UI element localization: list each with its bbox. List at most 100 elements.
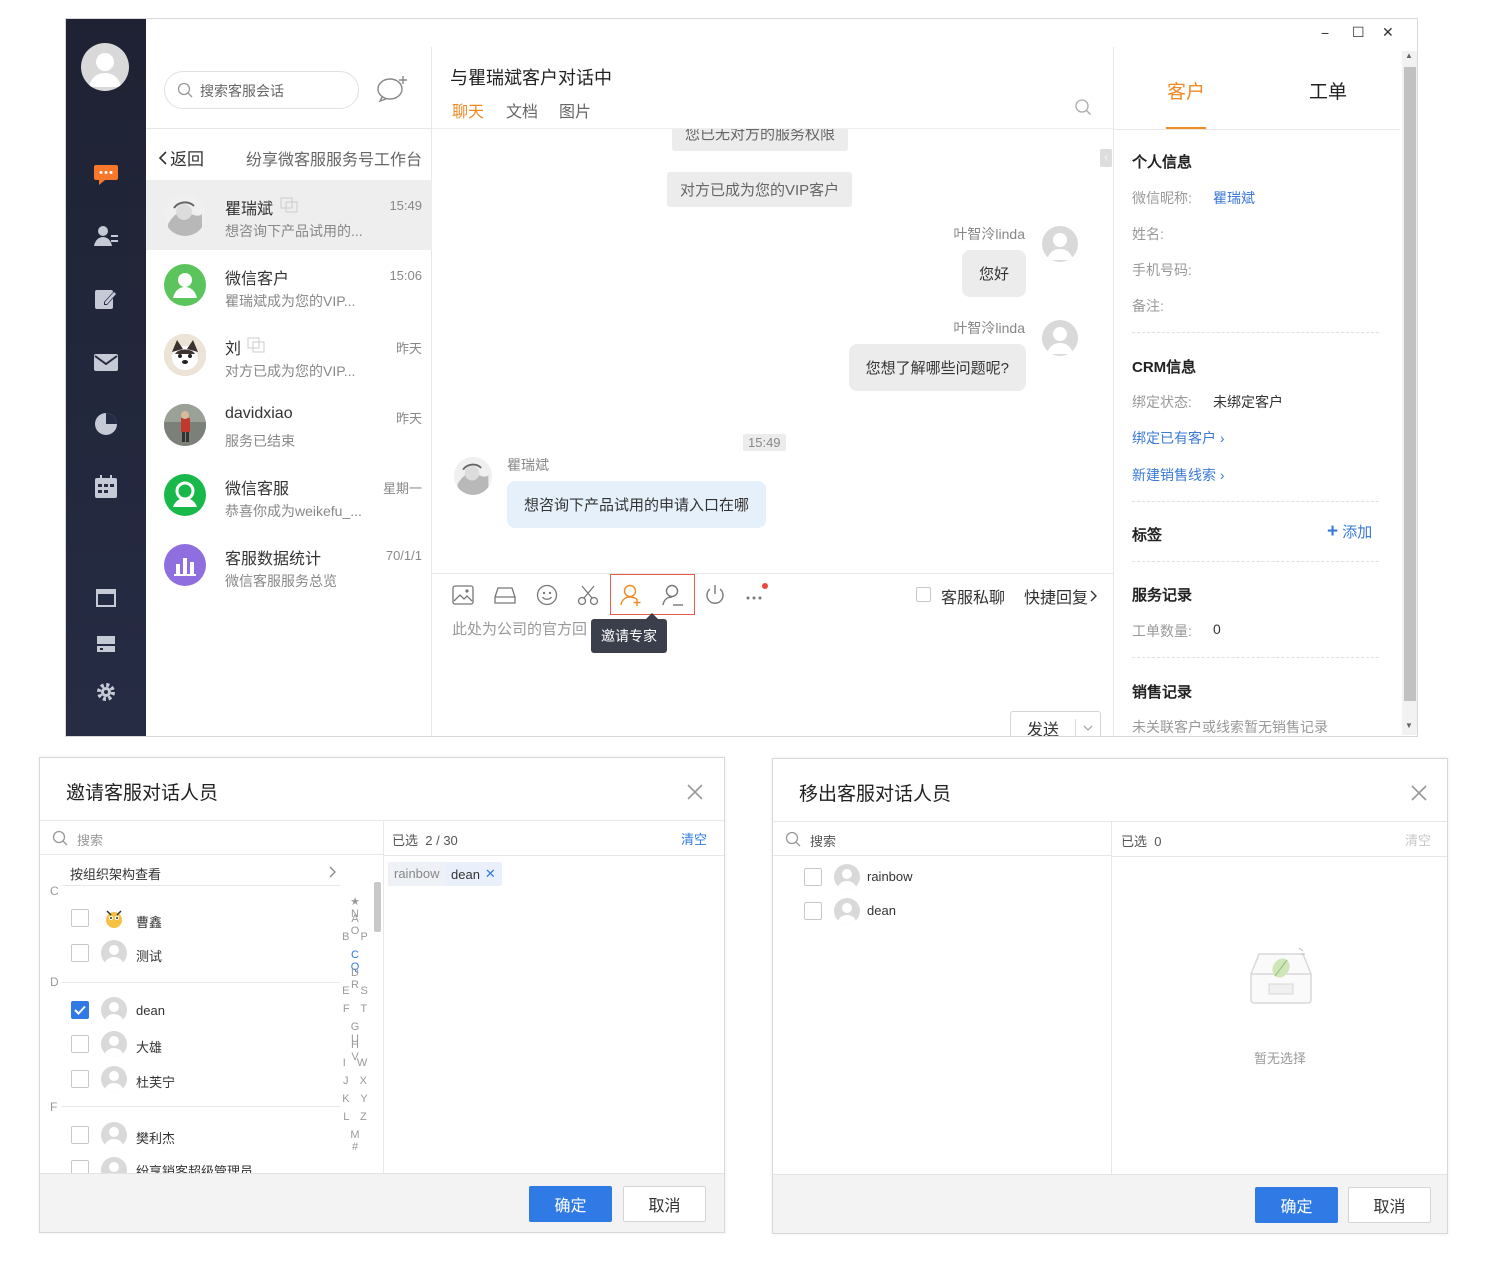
more-icon[interactable] xyxy=(745,582,769,604)
person-checkbox[interactable] xyxy=(71,909,89,927)
new-lead-link[interactable]: 新建销售线索 › xyxy=(1132,465,1225,485)
section-title: 服务记录 xyxy=(1132,587,1193,604)
confirm-button[interactable]: 确定 xyxy=(529,1186,612,1222)
person-checkbox[interactable] xyxy=(71,1035,89,1053)
image-icon[interactable] xyxy=(452,585,474,605)
system-message: 您已无对方的服务权限 xyxy=(672,129,849,151)
search-icon[interactable] xyxy=(1074,98,1092,116)
drive-icon[interactable] xyxy=(88,629,124,659)
scissors-icon[interactable] xyxy=(577,584,599,606)
remove-dialog: 移出客服对话人员 搜索 已选 0 清空 rainbow dean 暂无选择 确定… xyxy=(772,758,1448,1234)
calendar-icon[interactable] xyxy=(88,472,124,502)
send-label: 发送 xyxy=(1026,722,1059,737)
chevron-down-icon[interactable] xyxy=(1082,723,1094,733)
tab-customer[interactable]: 客户 xyxy=(1167,77,1205,104)
person-checkbox[interactable] xyxy=(71,1160,89,1173)
tab-chat[interactable]: 聊天 xyxy=(452,98,484,122)
conversation-time: 昨天 xyxy=(395,411,422,426)
person-checkbox[interactable] xyxy=(71,1001,89,1019)
tab-ticket[interactable]: 工单 xyxy=(1309,77,1347,104)
window-icon[interactable] xyxy=(88,583,124,613)
settings-icon[interactable] xyxy=(88,677,124,707)
tab-images[interactable]: 图片 xyxy=(559,98,591,122)
selected-count: 已选 2 / 30 xyxy=(392,833,458,848)
wechat-nickname[interactable]: 瞿瑞斌 xyxy=(1213,188,1255,208)
search-input[interactable]: 搜索 xyxy=(40,821,383,855)
confirm-button[interactable]: 确定 xyxy=(1255,1187,1338,1223)
power-icon[interactable] xyxy=(704,584,726,606)
message-input[interactable]: 此处为公司的官方回 xyxy=(452,618,587,639)
conversation-preview: 想咨询下产品试用的... xyxy=(225,223,363,239)
customer-info-panel: 客户 工单 个人信息 微信昵称: 瞿瑞斌 姓名: 手机号码: 备注: CRM信息… xyxy=(1113,47,1417,736)
drive-icon[interactable] xyxy=(494,586,516,604)
search-icon xyxy=(52,830,68,846)
chat-icon[interactable] xyxy=(88,159,124,189)
selected-tag: dean ✕ xyxy=(445,862,502,886)
search-placeholder: 搜索 xyxy=(810,834,837,849)
avatar xyxy=(164,264,206,306)
new-chat-icon[interactable] xyxy=(376,74,410,104)
person-checkbox[interactable] xyxy=(71,944,89,962)
scrollbar[interactable]: ▲ ▼ xyxy=(1402,51,1417,735)
conversation-item[interactable]: 刘 对方已成为您的VIP... 昨天 xyxy=(146,320,432,390)
avatar[interactable] xyxy=(81,43,129,91)
emoji-icon[interactable] xyxy=(536,584,558,606)
avatar xyxy=(164,404,206,446)
back-button[interactable]: 返回 xyxy=(156,145,204,170)
clear-button[interactable]: 清空 xyxy=(1405,830,1431,849)
avatar xyxy=(101,1157,127,1173)
private-chat-checkbox[interactable] xyxy=(916,587,931,602)
invite-expert-icon[interactable] xyxy=(620,583,642,607)
contacts-icon[interactable] xyxy=(88,221,124,251)
conversation-item[interactable]: davidxiao 服务已结束 昨天 xyxy=(146,390,432,460)
minimize-button[interactable]: − xyxy=(1321,25,1329,41)
person-name: 曹鑫 xyxy=(136,915,163,930)
group-letter: D xyxy=(50,975,59,989)
conversation-item[interactable]: 客服数据统计 微信客服服务总览 70/1/1 xyxy=(146,530,432,600)
conversation-name: 瞿瑞斌 xyxy=(225,201,274,218)
bind-customer-link[interactable]: 绑定已有客户 › xyxy=(1132,428,1225,448)
chat-panel: 与瞿瑞斌客户对话中 聊天 文档 图片 您已无对方的服务权限 ‹ 对方已成为您的V… xyxy=(432,47,1113,737)
quick-reply-button[interactable]: 快捷回复 xyxy=(1024,584,1100,608)
conversation-item[interactable]: 微信客户 瞿瑞斌成为您的VIP... 15:06 xyxy=(146,250,432,320)
add-tag-button[interactable]: + 添加 xyxy=(1327,521,1372,543)
remove-tag-icon[interactable]: ✕ xyxy=(485,866,496,882)
message-bubble: 您想了解哪些问题呢? xyxy=(848,344,1026,391)
collapse-handle[interactable]: ‹ xyxy=(1100,149,1112,167)
maximize-button[interactable]: ☐ xyxy=(1352,24,1365,41)
send-button[interactable]: 发送 xyxy=(1010,711,1101,737)
search-input[interactable]: 搜索 xyxy=(773,822,1111,856)
tab-documents[interactable]: 文档 xyxy=(506,98,538,122)
org-view-link[interactable]: 按组织架构查看 xyxy=(70,864,161,883)
search-input[interactable]: 搜索客服会话 xyxy=(164,71,359,109)
workspace-title: 纷享微客服服务号工作台 xyxy=(246,152,423,169)
person-checkbox[interactable] xyxy=(71,1126,89,1144)
close-icon[interactable] xyxy=(686,783,704,801)
close-button[interactable]: ✕ xyxy=(1382,24,1394,41)
edit-icon[interactable] xyxy=(88,284,124,314)
dialog-title: 移出客服对话人员 xyxy=(799,784,952,805)
cancel-button[interactable]: 取消 xyxy=(1348,1187,1431,1223)
person-name: 测试 xyxy=(136,949,163,964)
clear-button[interactable]: 清空 xyxy=(681,829,707,848)
scrollbar[interactable] xyxy=(374,882,381,932)
person-checkbox[interactable] xyxy=(804,868,822,886)
time-divider: 15:49 xyxy=(743,434,786,451)
chat-title: 与瞿瑞斌客户对话中 xyxy=(450,68,612,88)
close-icon[interactable] xyxy=(1410,784,1428,802)
person-name: rainbow xyxy=(867,869,913,884)
pie-chart-icon[interactable] xyxy=(88,409,124,439)
message-sender: 瞿瑞斌 xyxy=(507,457,549,473)
conversation-item[interactable]: 微信客服 恭喜你成为weikefu_... 星期一 xyxy=(146,460,432,530)
cancel-button[interactable]: 取消 xyxy=(623,1186,706,1222)
conversation-item[interactable]: 瞿瑞斌 想咨询下产品试用的... 15:49 xyxy=(146,180,432,250)
person-checkbox[interactable] xyxy=(71,1070,89,1088)
remove-expert-icon[interactable] xyxy=(662,583,684,607)
section-title: 销售记录 xyxy=(1132,684,1193,701)
mail-icon[interactable] xyxy=(88,347,124,377)
alphabet-index[interactable]: ★ N A O B P C Q D R E S F T G U H V I W … xyxy=(342,895,376,1153)
conversation-time: 星期一 xyxy=(382,481,422,496)
person-checkbox[interactable] xyxy=(804,902,822,920)
quick-reply-label: 快捷回复 xyxy=(1024,590,1089,607)
chevron-right-icon[interactable] xyxy=(328,865,338,879)
